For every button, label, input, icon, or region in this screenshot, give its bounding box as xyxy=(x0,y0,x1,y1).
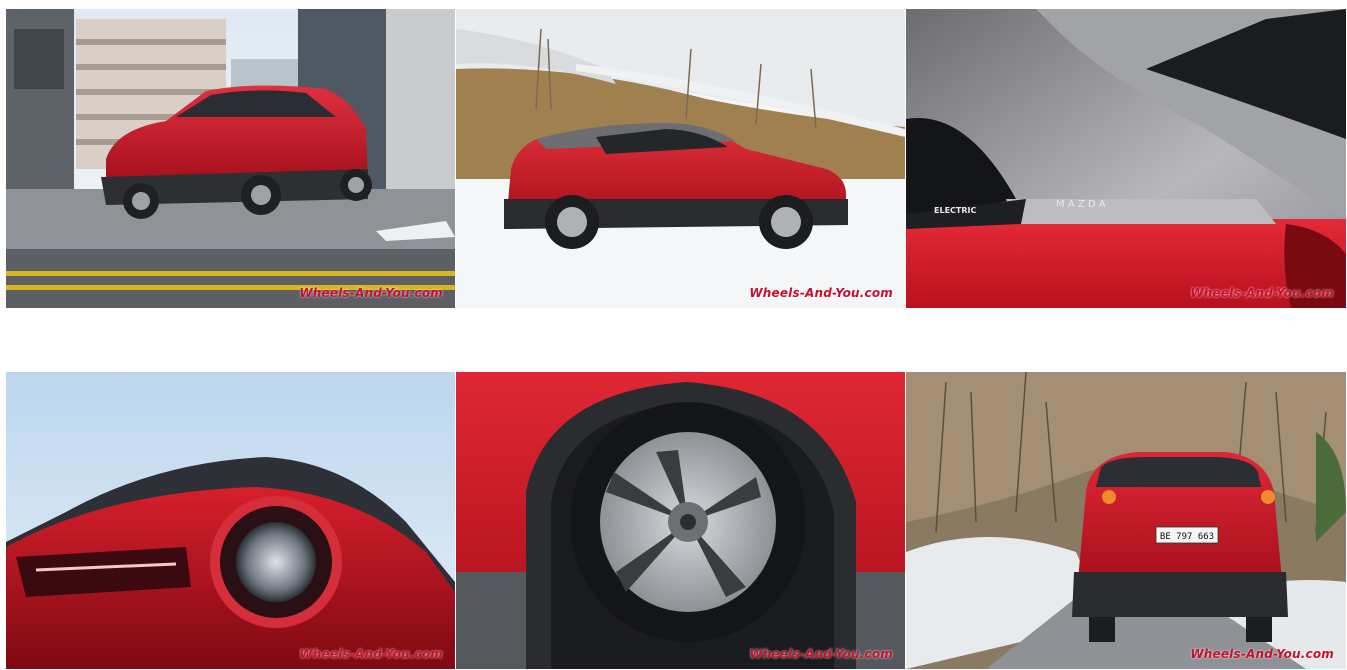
photo-rear-forest-road: BE 797 663 xyxy=(906,372,1346,669)
photo-gallery: Wheels-And-You.com Wheels-And-You.com EL… xyxy=(0,0,1347,670)
electric-badge-text: ELECTRIC xyxy=(934,206,976,215)
photo-snow-side xyxy=(456,9,905,308)
gallery-photo-side-profile[interactable]: Wheels-And-You.com xyxy=(456,9,905,308)
watermark-text: Wheels-And-You.com xyxy=(749,647,893,661)
photo-city-front xyxy=(6,9,455,308)
gallery-photo-rear-view[interactable]: BE 797 663 Wheels-And-You.com xyxy=(906,372,1346,669)
watermark-text: Wheels-And-You.com xyxy=(1190,286,1334,300)
watermark-text: Wheels-And-You.com xyxy=(1190,647,1334,661)
watermark-text: Wheels-And-You.com xyxy=(299,286,443,300)
gallery-photo-front-three-quarter[interactable]: Wheels-And-You.com xyxy=(6,9,455,308)
license-plate-text: BE 797 663 xyxy=(1160,532,1214,542)
photo-wheel-closeup xyxy=(456,372,905,669)
watermark-text: Wheels-And-You.com xyxy=(299,647,443,661)
watermark-text: Wheels-And-You.com xyxy=(749,286,893,300)
gallery-photo-wheel[interactable]: Wheels-And-You.com xyxy=(456,372,905,669)
gallery-photo-c-pillar-badge[interactable]: ELECTRIC M A Z D A Wheels-And-You.com xyxy=(906,9,1346,308)
gallery-photo-tail-light[interactable]: Wheels-And-You.com xyxy=(6,372,455,669)
photo-taillight-closeup xyxy=(6,372,455,669)
photo-pillar-closeup: ELECTRIC M A Z D A xyxy=(906,9,1346,308)
mazda-lettering-text: M A Z D A xyxy=(1056,199,1106,210)
